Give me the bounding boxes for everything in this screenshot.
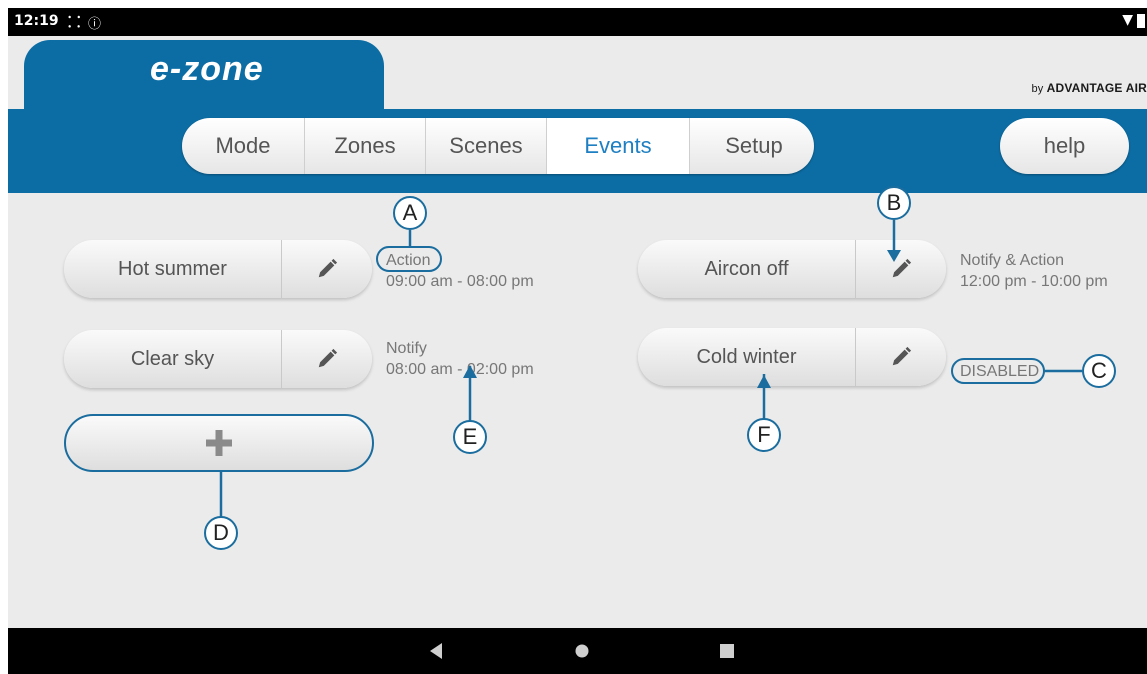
- event-name-button[interactable]: Hot summer: [64, 240, 282, 298]
- event-type: Action: [386, 252, 431, 269]
- tab-scenes[interactable]: Scenes: [426, 118, 547, 174]
- battery-icon: [1137, 14, 1145, 28]
- event-time: 09:00 am - 08:00 pm: [386, 273, 534, 290]
- recents-icon[interactable]: [719, 643, 735, 659]
- wifi-icon: ▼: [1122, 12, 1133, 28]
- status-bar: 12:19 ⸬ ⓘ ▼: [8, 8, 1147, 36]
- event-info: Action 09:00 am - 08:00 pm: [386, 250, 534, 292]
- event-cold-winter: Cold winter: [638, 328, 946, 386]
- pencil-icon: [892, 346, 912, 366]
- notification-icon: ⸬: [68, 13, 81, 31]
- back-icon[interactable]: [428, 642, 444, 660]
- callout-f: F: [747, 418, 781, 452]
- event-hot-summer: Hot summer: [64, 240, 372, 298]
- event-info: Notify & Action 12:00 pm - 10:00 pm: [960, 250, 1108, 292]
- tab-events[interactable]: Events: [547, 118, 690, 174]
- event-type: Notify & Action: [960, 252, 1065, 269]
- status-time: 12:19: [14, 13, 59, 29]
- edit-event-button[interactable]: [282, 330, 372, 388]
- byline-by: by: [1031, 83, 1044, 95]
- event-aircon-off: Aircon off: [638, 240, 946, 298]
- event-info: DISABLED: [960, 361, 1039, 382]
- edit-event-button[interactable]: [856, 328, 946, 386]
- event-type: Notify: [386, 340, 427, 357]
- add-event-button[interactable]: [64, 414, 374, 472]
- event-status: DISABLED: [960, 363, 1040, 380]
- event-info: Notify 08:00 am - 02:00 pm: [386, 338, 534, 380]
- info-icon: ⓘ: [88, 17, 102, 32]
- byline-company: ADVANTAGE AIR: [1046, 81, 1147, 95]
- event-time: 12:00 pm - 10:00 pm: [960, 273, 1108, 290]
- system-nav-bar: [8, 628, 1147, 674]
- tablet-screen: 12:19 ⸬ ⓘ ▼ e-zone by ADVANTAGE AIR Mode…: [8, 8, 1147, 674]
- app-logo: e-zone: [150, 50, 264, 88]
- help-button[interactable]: help: [1000, 118, 1129, 174]
- main-nav: Mode Zones Scenes Events Setup: [182, 118, 814, 174]
- callout-d: D: [204, 516, 238, 550]
- pencil-icon: [318, 348, 338, 368]
- callout-b: B: [877, 186, 911, 220]
- pencil-icon: [892, 258, 912, 278]
- callout-c: C: [1082, 354, 1116, 388]
- tab-mode[interactable]: Mode: [182, 118, 305, 174]
- home-icon[interactable]: [573, 642, 591, 660]
- event-name-button[interactable]: Cold winter: [638, 328, 856, 386]
- edit-event-button[interactable]: [856, 240, 946, 298]
- company-byline: by ADVANTAGE AIR: [1031, 81, 1147, 95]
- callout-e: E: [453, 420, 487, 454]
- callout-a: A: [393, 196, 427, 230]
- event-name-button[interactable]: Clear sky: [64, 330, 282, 388]
- pencil-icon: [318, 258, 338, 278]
- tab-setup[interactable]: Setup: [690, 118, 814, 174]
- edit-event-button[interactable]: [282, 240, 372, 298]
- event-time: 08:00 am - 02:00 pm: [386, 361, 534, 378]
- tab-zones[interactable]: Zones: [305, 118, 426, 174]
- plus-icon: [206, 430, 232, 456]
- event-clear-sky: Clear sky: [64, 330, 372, 388]
- event-name-button[interactable]: Aircon off: [638, 240, 856, 298]
